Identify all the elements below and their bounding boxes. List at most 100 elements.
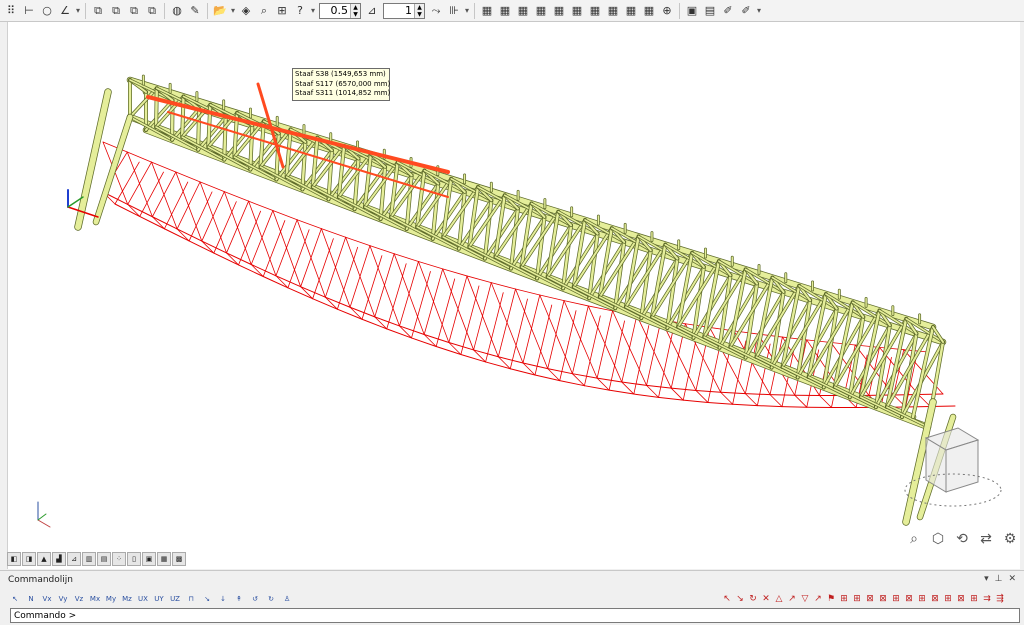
view-mode-icon[interactable]: ▥ [82,552,96,566]
grid-snap-icon[interactable]: ⊞ [274,3,290,19]
zoom-icon[interactable]: ⌕ [256,3,272,19]
dropdown-icon[interactable]: ▾ [984,574,989,584]
frame-view-10-icon[interactable]: ▦ [641,3,657,19]
close-icon[interactable]: ✕ [1008,574,1016,584]
pin-icon[interactable]: ⊥ [995,574,1003,584]
line-icon[interactable]: ↗ [812,592,824,606]
circle-tool-icon[interactable]: ○ [39,3,55,19]
brush-icon[interactable]: ✐ [720,3,736,19]
settings-icon[interactable]: ⚙ [1001,530,1019,548]
grid-icon[interactable]: ⊞ [942,592,954,606]
command-input[interactable]: Commando > [10,608,1020,623]
grid-icon[interactable]: ⇶ [994,592,1006,606]
load-icon[interactable]: ↓ [216,592,230,606]
grid-icon[interactable]: ⊞ [851,592,863,606]
view-mode-icon[interactable]: ◧ [7,552,21,566]
frame-view-4-icon[interactable]: ▦ [533,3,549,19]
scale-input[interactable] [320,3,350,18]
chevron-down-icon[interactable]: ▾ [229,6,237,15]
grid-icon[interactable]: ⊞ [968,592,980,606]
uy-icon[interactable]: UY [152,592,166,606]
values-icon[interactable]: ⊪ [446,3,462,19]
step-input[interactable] [384,3,414,18]
scale-spinner[interactable]: ▲▼ [319,2,361,19]
copy-rotate-icon[interactable]: ⧉ [126,3,142,19]
deform-icon[interactable]: ⊿ [364,3,380,19]
user-icon[interactable]: ♙ [280,592,294,606]
render-icon[interactable]: ◈ [238,3,254,19]
arc-icon[interactable]: ↻ [747,592,759,606]
ux-icon[interactable]: UX [136,592,150,606]
chevron-down-icon[interactable]: ▾ [463,6,471,15]
line-icon[interactable]: ↖ [721,592,733,606]
grid-icon[interactable]: ⊞ [890,592,902,606]
grid-icon[interactable]: ⇉ [981,592,993,606]
cross-icon[interactable]: ✕ [760,592,772,606]
frame-view-9-icon[interactable]: ▦ [623,3,639,19]
view-mode-icon[interactable]: ▤ [97,552,111,566]
frame-view-6-icon[interactable]: ▦ [569,3,585,19]
marker-icon[interactable]: ⚑ [825,592,837,606]
crosshair-icon[interactable]: ⊕ [659,3,675,19]
step-spinner[interactable]: ▲▼ [383,2,425,19]
grid-icon[interactable]: ⊠ [877,592,889,606]
help-icon[interactable]: ? [292,3,308,19]
my-icon[interactable]: My [104,592,118,606]
view-mode-icon[interactable]: ▟ [52,552,66,566]
node-icon[interactable]: N [24,592,38,606]
grid-icon[interactable]: ⊠ [955,592,967,606]
moment-icon[interactable]: ↻ [264,592,278,606]
view-mode-icon[interactable]: ▣ [142,552,156,566]
uz-icon[interactable]: UZ [168,592,182,606]
load-icon[interactable]: ↟ [232,592,246,606]
frame-view-3-icon[interactable]: ▦ [515,3,531,19]
angle-tool-icon[interactable]: ∠ [57,3,73,19]
triangle-icon[interactable]: ▽ [799,592,811,606]
open-folder-icon[interactable]: 📂 [212,3,228,19]
frame-view-1-icon[interactable]: ▦ [479,3,495,19]
grid-icon[interactable]: ⊞ [916,592,928,606]
settings-brush-icon[interactable]: ✐ [738,3,754,19]
select-icon[interactable]: ↖ [8,592,22,606]
view-mode-icon[interactable]: ▩ [172,552,186,566]
rotate-icon[interactable]: ⟲ [953,530,971,548]
view-mode-icon[interactable]: ▲ [37,552,51,566]
pencil-icon[interactable]: ✎ [187,3,203,19]
cube-view-icon[interactable]: ⬡ [929,530,947,548]
vz-icon[interactable]: Vz [72,592,86,606]
vx-icon[interactable]: Vx [40,592,54,606]
view-mode-icon[interactable]: ⁘ [112,552,126,566]
view-mode-icon[interactable]: ▦ [157,552,171,566]
frame-view-8-icon[interactable]: ▦ [605,3,621,19]
line-icon[interactable]: ↘ [734,592,746,606]
view-mode-icon[interactable]: ▯ [127,552,141,566]
truss-model-drawing[interactable] [8,22,1020,569]
grid-icon[interactable]: ⊠ [929,592,941,606]
array-icon[interactable]: ⧉ [144,3,160,19]
grid-icon[interactable]: ⊠ [864,592,876,606]
save-view-icon[interactable]: ▣ [684,3,700,19]
triangle-icon[interactable]: ↗ [786,592,798,606]
chevron-down-icon[interactable]: ▾ [74,6,82,15]
node-tool-icon[interactable]: ⊢ [21,3,37,19]
load-icon[interactable]: ↘ [200,592,214,606]
triangle-icon[interactable]: △ [773,592,785,606]
grid-icon[interactable]: ⊞ [838,592,850,606]
chevron-down-icon[interactable]: ▾ [755,6,763,15]
folder-icon[interactable]: ▤ [702,3,718,19]
zoom-icon[interactable]: ⌕ [905,530,923,548]
view-mode-icon[interactable]: ◨ [22,552,36,566]
vy-icon[interactable]: Vy [56,592,70,606]
copy-mirror-icon[interactable]: ⧉ [108,3,124,19]
hide-icon[interactable]: ◍ [169,3,185,19]
frame-view-7-icon[interactable]: ▦ [587,3,603,19]
copy-icon[interactable]: ⧉ [90,3,106,19]
frame-view-2-icon[interactable]: ▦ [497,3,513,19]
animate-icon[interactable]: ⤳ [428,3,444,19]
view-mode-icon[interactable]: ⊿ [67,552,81,566]
mz-icon[interactable]: Mz [120,592,134,606]
chevron-down-icon[interactable]: ▾ [309,6,317,15]
model-viewport[interactable]: Staaf S38 (1549,653 mm) Staaf S117 (6570… [7,22,1020,569]
moment-icon[interactable]: ↺ [248,592,262,606]
grid-icon[interactable]: ⊠ [903,592,915,606]
